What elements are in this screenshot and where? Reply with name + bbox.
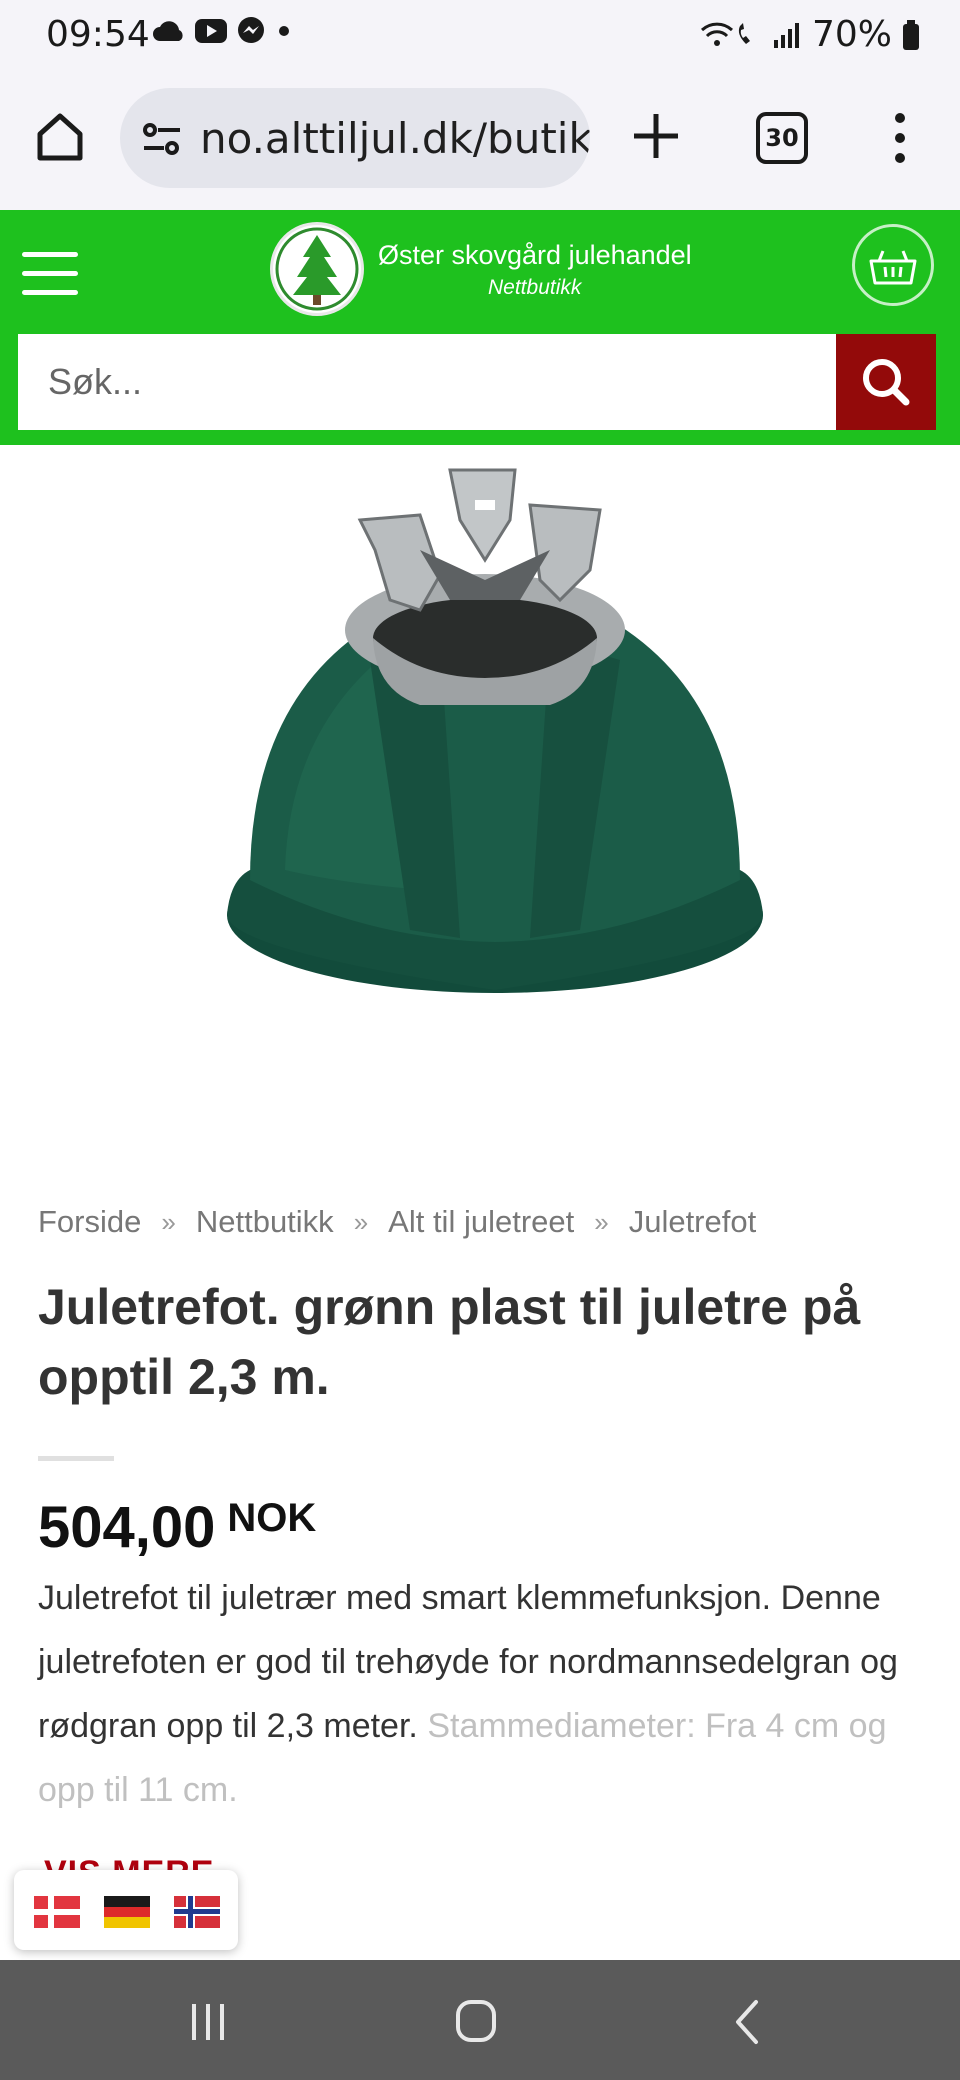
danish-flag-icon[interactable] <box>34 1896 80 1928</box>
wifi-call-icon <box>700 22 750 46</box>
product-description: Juletrefot til juletrær med smart klemme… <box>38 1566 938 1822</box>
search-button[interactable] <box>836 334 936 430</box>
dot-icon <box>279 26 289 36</box>
more-menu-icon[interactable] <box>880 108 920 168</box>
search-field <box>18 334 836 430</box>
system-nav-bar <box>0 1960 960 2080</box>
browser-toolbar: no.alttiljul.dk/butik 30 <box>0 70 960 210</box>
youtube-icon <box>195 19 227 43</box>
search-input[interactable] <box>18 334 836 430</box>
hamburger-menu-icon[interactable] <box>22 252 78 296</box>
breadcrumb: Forside » Nettbutikk » Alt til juletreet… <box>38 1204 756 1240</box>
brand-subtitle: Nettbutikk <box>488 276 582 299</box>
breadcrumb-item[interactable]: Alt til juletreet <box>388 1204 574 1240</box>
breadcrumb-separator: » <box>353 1207 369 1237</box>
messenger-icon <box>238 17 264 43</box>
title-divider <box>38 1456 114 1461</box>
breadcrumb-item[interactable]: Juletrefot <box>629 1204 757 1240</box>
logo[interactable] <box>270 222 364 316</box>
recent-apps-icon[interactable] <box>178 1996 238 2048</box>
breadcrumb-separator: » <box>161 1207 176 1237</box>
brand-name[interactable]: Øster skovgård julehandel <box>378 240 692 271</box>
tabs-icon[interactable]: 30 <box>756 112 808 164</box>
cloud-icon <box>153 21 183 41</box>
site-settings-icon[interactable] <box>140 118 184 162</box>
basket-icon <box>869 250 917 285</box>
christmas-tree-stand-image[interactable] <box>120 460 860 1040</box>
tree-logo-icon <box>275 227 359 311</box>
product-price: 504,00 NOK <box>38 1494 316 1561</box>
home-icon[interactable] <box>30 106 90 166</box>
new-tab-icon[interactable] <box>628 108 684 164</box>
price-amount: 504,00 <box>38 1495 216 1560</box>
language-switcher <box>14 1870 238 1950</box>
url-text[interactable]: no.alttiljul.dk/butik <box>200 114 590 163</box>
battery-percent: 70% <box>811 14 892 55</box>
german-flag-icon[interactable] <box>104 1896 150 1928</box>
norwegian-flag-icon[interactable] <box>174 1896 220 1928</box>
notification-icons <box>152 16 294 46</box>
search-icon <box>863 359 910 406</box>
back-icon[interactable] <box>718 1996 778 2048</box>
product-title: Juletrefot. grønn plast til juletre på o… <box>38 1279 861 1405</box>
breadcrumb-item[interactable]: Forside <box>38 1204 141 1240</box>
home-nav-icon[interactable] <box>446 1996 506 2048</box>
site-header: Øster skovgård julehandel Nettbutikk <box>0 210 960 445</box>
price-currency: NOK <box>227 1496 317 1540</box>
battery-icon <box>903 19 919 50</box>
status-time: 09:54 <box>46 14 150 55</box>
address-bar[interactable]: no.alttiljul.dk/butik <box>120 88 590 188</box>
status-bar: 09:54 70% <box>0 0 960 70</box>
cart-button[interactable] <box>852 224 934 306</box>
breadcrumb-item[interactable]: Nettbutikk <box>196 1204 334 1240</box>
signal-icon <box>773 22 799 48</box>
breadcrumb-separator: » <box>594 1207 609 1237</box>
